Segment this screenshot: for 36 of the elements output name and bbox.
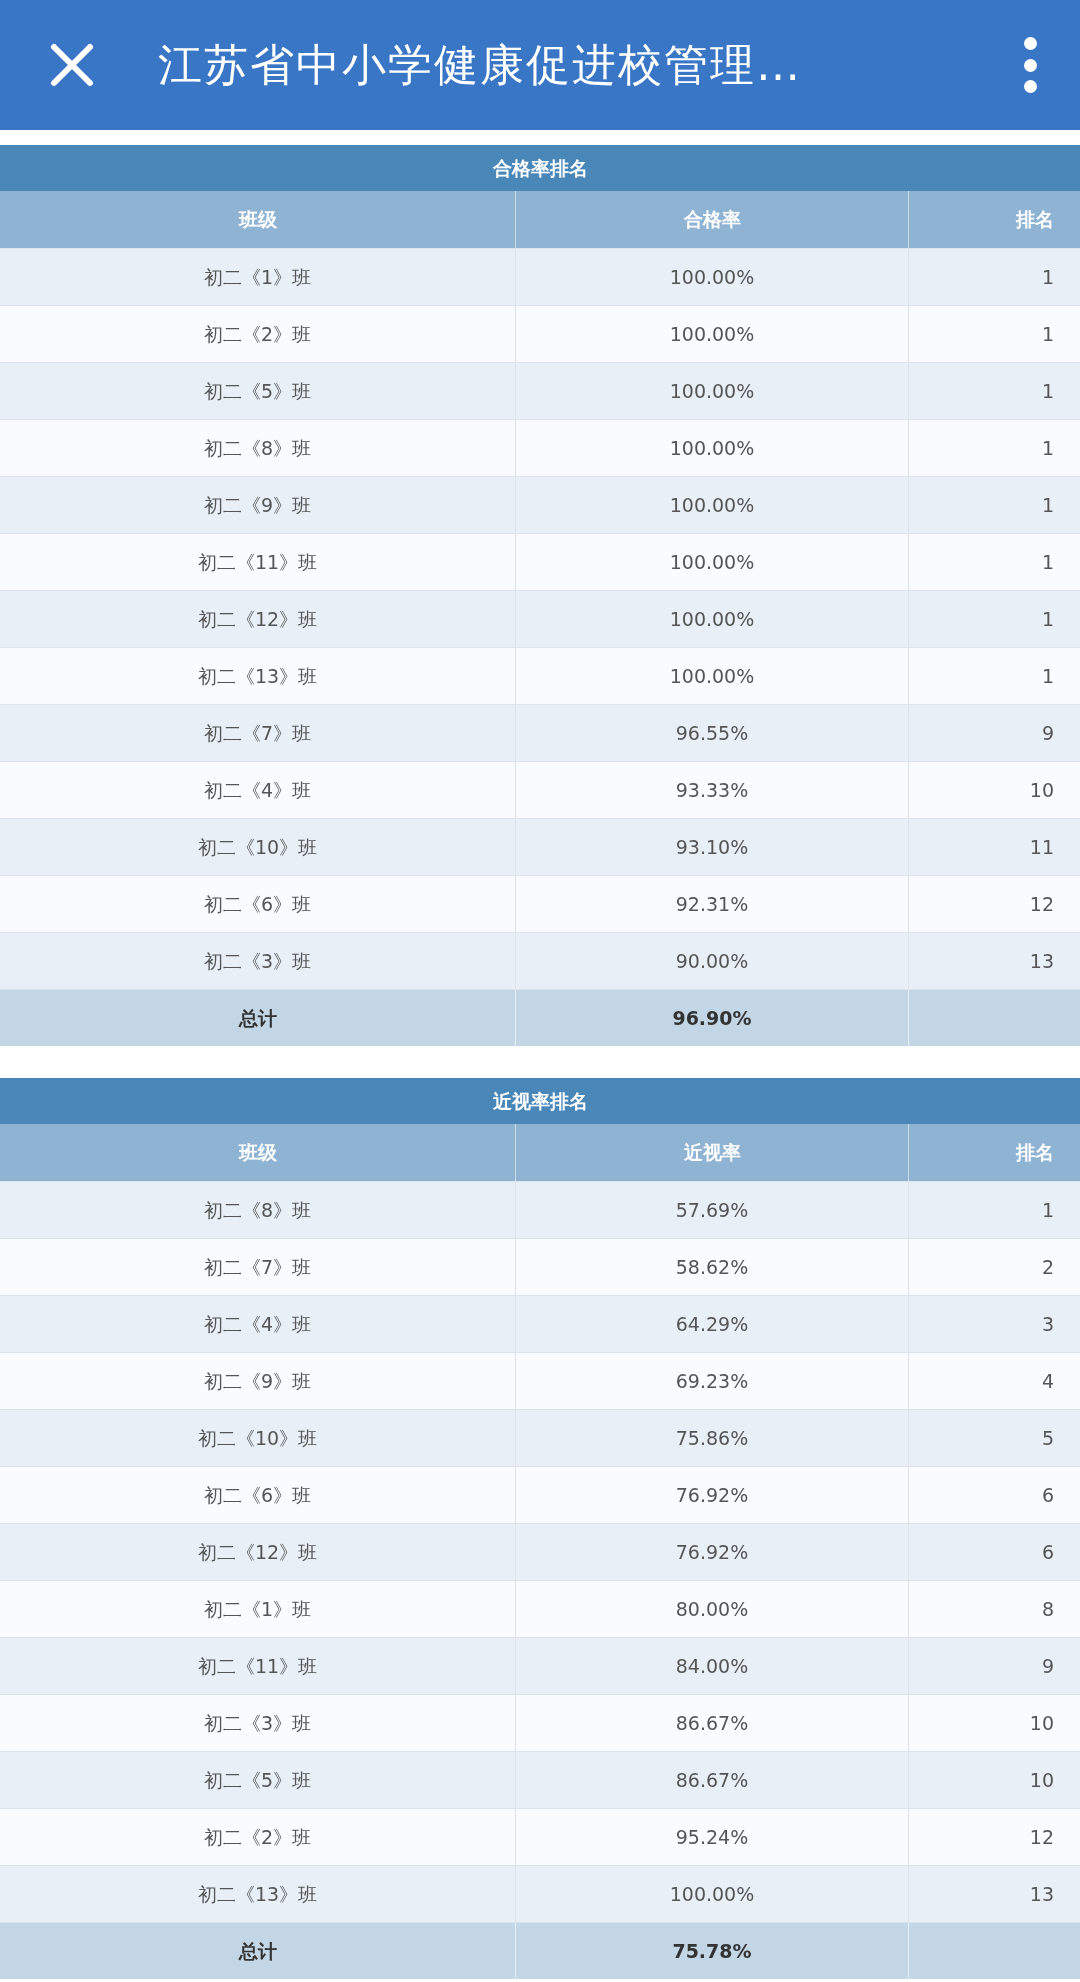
- table-cell-text: 初二《2》班: [202, 321, 313, 347]
- table-cell-text: 初二《1》班: [202, 264, 313, 290]
- table-cell-text: 初二《3》班: [202, 1710, 313, 1736]
- table-cell-text: 初二《4》班: [202, 777, 313, 803]
- table-cell-text: 初二《3》班: [202, 948, 313, 974]
- table-cell-text: 初二《11》班: [196, 549, 319, 575]
- column-header: 班级: [237, 1140, 278, 1166]
- total-cell-text: 总计: [237, 1938, 278, 1964]
- table-cell-text: 初二《12》班: [196, 1539, 319, 1565]
- table-cell-text: 初二《5》班: [202, 1767, 313, 1793]
- table-cell-text: 初二《9》班: [202, 1368, 313, 1394]
- table-cell-text: 初二《6》班: [202, 1482, 313, 1508]
- table-cell-text: 初二《6》班: [202, 891, 313, 917]
- table-cell-text: 初二《11》班: [196, 1653, 319, 1679]
- column-header: 班级: [237, 207, 278, 233]
- table-cell-text: 初二《4》班: [202, 1311, 313, 1337]
- table-cell-text: 初二《7》班: [202, 720, 313, 746]
- table-cell-text: 初二《5》班: [202, 378, 313, 404]
- close-icon[interactable]: [48, 41, 96, 89]
- table-title: 近视率排名: [0, 1078, 1080, 1124]
- table-title: 合格率排名: [0, 145, 1080, 191]
- table-cell-text: 初二《12》班: [196, 606, 319, 632]
- table-cell-text: 初二《1》班: [202, 1596, 313, 1622]
- table-cell-text: 初二《8》班: [202, 435, 313, 461]
- table-cell-text: 初二《7》班: [202, 1254, 313, 1280]
- total-cell-text: 总计: [237, 1005, 278, 1031]
- table-cell-text: 初二《8》班: [202, 1197, 313, 1223]
- table-cell-text: 初二《10》班: [196, 1425, 319, 1451]
- table-cell-text: 初二《13》班: [196, 663, 319, 689]
- page-title: 江苏省中小学健康促进校管理…: [158, 38, 802, 92]
- table-cell-text: 初二《2》班: [202, 1824, 313, 1850]
- table-cell-text: 初二《13》班: [196, 1881, 319, 1907]
- table-cell-text: 初二《10》班: [196, 834, 319, 860]
- total-cell: 75.78%: [515, 1923, 908, 1979]
- total-cell: 96.90%: [515, 990, 908, 1046]
- table-cell-text: 初二《9》班: [202, 492, 313, 518]
